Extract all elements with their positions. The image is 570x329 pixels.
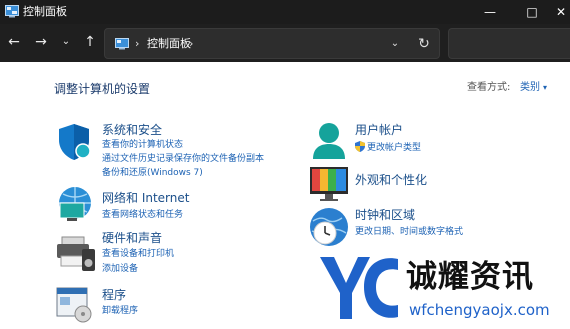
user-accounts-icon[interactable] — [311, 121, 347, 161]
watermark-url: wfchengyaojx.com — [409, 301, 550, 319]
programs-icon[interactable] — [56, 287, 94, 323]
watermark-name: 诚耀资讯 — [406, 259, 534, 295]
link-network-status[interactable]: 查看网络状态和任务 — [102, 209, 183, 221]
watermark-logo — [320, 257, 398, 319]
category-system-security[interactable]: 系统和安全 — [102, 123, 162, 138]
network-internet-icon[interactable] — [56, 186, 94, 222]
page-title: 调整计算机的设置 — [54, 82, 151, 96]
system-security-shield-icon[interactable] — [56, 123, 92, 161]
category-user-accounts[interactable]: 用户帐户 — [355, 123, 403, 138]
chevron-down-icon[interactable]: ▾ — [543, 82, 547, 94]
breadcrumb-separator[interactable]: › — [135, 35, 139, 53]
search-input[interactable] — [448, 28, 570, 59]
link-file-history-backup[interactable]: 通过文件历史记录保存你的文件备份副本 — [102, 153, 264, 165]
back-button[interactable]: ← — [4, 32, 24, 52]
refresh-button[interactable]: ↻ — [415, 34, 433, 54]
address-bar[interactable]: › 控制面板 › ⌄ ↻ — [104, 28, 440, 59]
window-title: 控制面板 — [23, 5, 67, 18]
link-devices-printers[interactable]: 查看设备和打印机 — [102, 248, 174, 260]
category-clock-region[interactable]: 时钟和区域 — [355, 208, 415, 223]
clock-region-icon[interactable] — [309, 207, 349, 247]
link-change-account-type[interactable]: 更改帐户类型 — [355, 141, 421, 154]
forward-button[interactable]: → — [31, 32, 51, 52]
view-by-label: 查看方式: — [467, 82, 511, 93]
control-panel-icon — [5, 5, 19, 18]
link-add-device[interactable]: 添加设备 — [102, 263, 138, 275]
address-dropdown-button[interactable]: ⌄ — [387, 35, 403, 53]
up-button[interactable]: ↑ — [80, 32, 100, 52]
view-by-dropdown[interactable]: 类别 — [520, 81, 540, 95]
link-change-account-type-label: 更改帐户类型 — [367, 143, 422, 153]
breadcrumb-control-panel[interactable]: 控制面板 — [147, 36, 191, 52]
recent-locations-button[interactable]: ⌄ — [56, 32, 76, 52]
close-button[interactable]: ✕ — [552, 0, 570, 24]
breadcrumb-separator[interactable]: › — [189, 35, 193, 53]
title-bar: 控制面板 — □ ✕ — [0, 0, 570, 24]
appearance-personalization-icon[interactable] — [309, 166, 349, 202]
control-panel-icon — [115, 38, 129, 50]
minimize-button[interactable]: — — [470, 0, 510, 24]
uac-shield-icon — [355, 141, 365, 152]
hardware-sound-printer-icon[interactable] — [56, 236, 96, 272]
category-appearance-personalization[interactable]: 外观和个性化 — [355, 173, 427, 188]
category-network-internet[interactable]: 网络和 Internet — [102, 191, 189, 206]
maximize-button[interactable]: □ — [512, 0, 552, 24]
navigation-bar: ← → ⌄ ↑ › 控制面板 › ⌄ ↻ — [0, 24, 570, 62]
link-view-computer-status[interactable]: 查看你的计算机状态 — [102, 139, 183, 151]
category-hardware-sound[interactable]: 硬件和声音 — [102, 231, 162, 246]
link-change-date-time-format[interactable]: 更改日期、时间或数字格式 — [355, 226, 463, 238]
link-uninstall-program[interactable]: 卸载程序 — [102, 305, 138, 317]
link-backup-restore[interactable]: 备份和还原(Windows 7) — [102, 167, 203, 179]
category-programs[interactable]: 程序 — [102, 288, 126, 303]
